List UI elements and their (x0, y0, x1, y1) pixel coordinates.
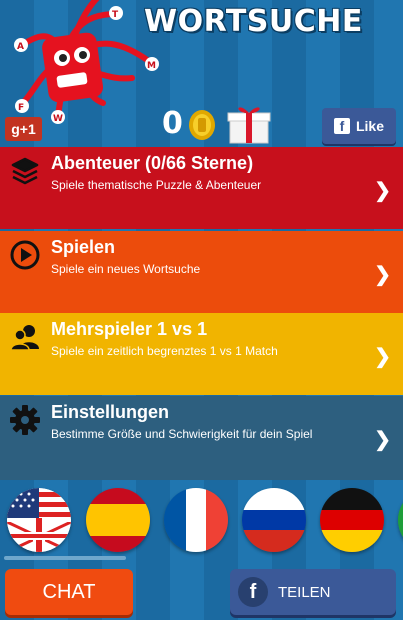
flags-scrollbar[interactable] (4, 556, 126, 560)
chevron-right-icon: ❯ (374, 346, 391, 368)
menu-title: Mehrspieler 1 vs 1 (51, 319, 208, 339)
facebook-icon: f (333, 118, 350, 134)
menu-subtitle: Bestimme Größe und Schwierigkeit für dei… (51, 427, 313, 441)
facebook-like-button[interactable]: f Like (322, 108, 396, 144)
chat-button[interactable]: CHAT (5, 569, 133, 615)
svg-text:W: W (53, 114, 63, 124)
facebook-icon: f (238, 577, 268, 607)
app-title: WORTSUCHE (144, 4, 363, 39)
share-label: TEILEN (278, 583, 331, 601)
layers-icon (11, 157, 39, 185)
svg-text:A: A (17, 42, 24, 52)
svg-text:F: F (18, 103, 24, 113)
flag-partial-icon[interactable] (398, 488, 403, 552)
flag-france-icon[interactable] (164, 488, 228, 552)
menu-subtitle: Spiele thematische Puzzle & Abenteuer (51, 178, 262, 192)
language-flag-list[interactable] (0, 480, 403, 562)
chevron-right-icon: ❯ (374, 180, 391, 202)
flag-germany-icon[interactable] (320, 488, 384, 552)
play-icon (10, 240, 40, 270)
coin-icon (189, 110, 215, 140)
like-label: Like (355, 118, 384, 134)
menu-item-multiplayer[interactable]: Mehrspieler 1 vs 1 Spiele ein zeitlich b… (0, 313, 403, 395)
menu-title: Einstellungen (51, 402, 170, 422)
flag-russia-icon[interactable] (242, 488, 306, 552)
flag-spain-icon[interactable] (86, 488, 150, 552)
share-button[interactable]: f TEILEN (230, 569, 396, 615)
users-icon (10, 325, 39, 351)
svg-text:T: T (112, 10, 119, 20)
gear-icon (10, 405, 40, 435)
gift-icon[interactable] (227, 104, 271, 144)
menu-item-adventure[interactable]: Abenteuer (0/66 Sterne) Spiele thematisc… (0, 147, 403, 229)
menu-title: Spielen (51, 237, 116, 257)
chevron-right-icon: ❯ (374, 429, 391, 451)
flag-uk-us-icon[interactable] (7, 488, 71, 552)
menu-subtitle: Spiele ein neues Wortsuche (51, 262, 201, 276)
menu-title: Abenteuer (0/66 Sterne) (51, 153, 254, 173)
menu-item-play[interactable]: Spielen Spiele ein neues Wortsuche ❯ (0, 231, 403, 313)
menu-item-settings[interactable]: Einstellungen Bestimme Größe und Schwier… (0, 396, 403, 480)
coin-count: 0 (162, 106, 183, 141)
header: T A M F W WORTSUCHE g+1 0 f Like (0, 0, 403, 147)
menu-subtitle: Spiele ein zeitlich begrenztes 1 vs 1 Ma… (51, 344, 278, 358)
chevron-right-icon: ❯ (374, 264, 391, 286)
google-plus-button[interactable]: g+1 (5, 117, 42, 141)
svg-text:M: M (147, 61, 156, 71)
